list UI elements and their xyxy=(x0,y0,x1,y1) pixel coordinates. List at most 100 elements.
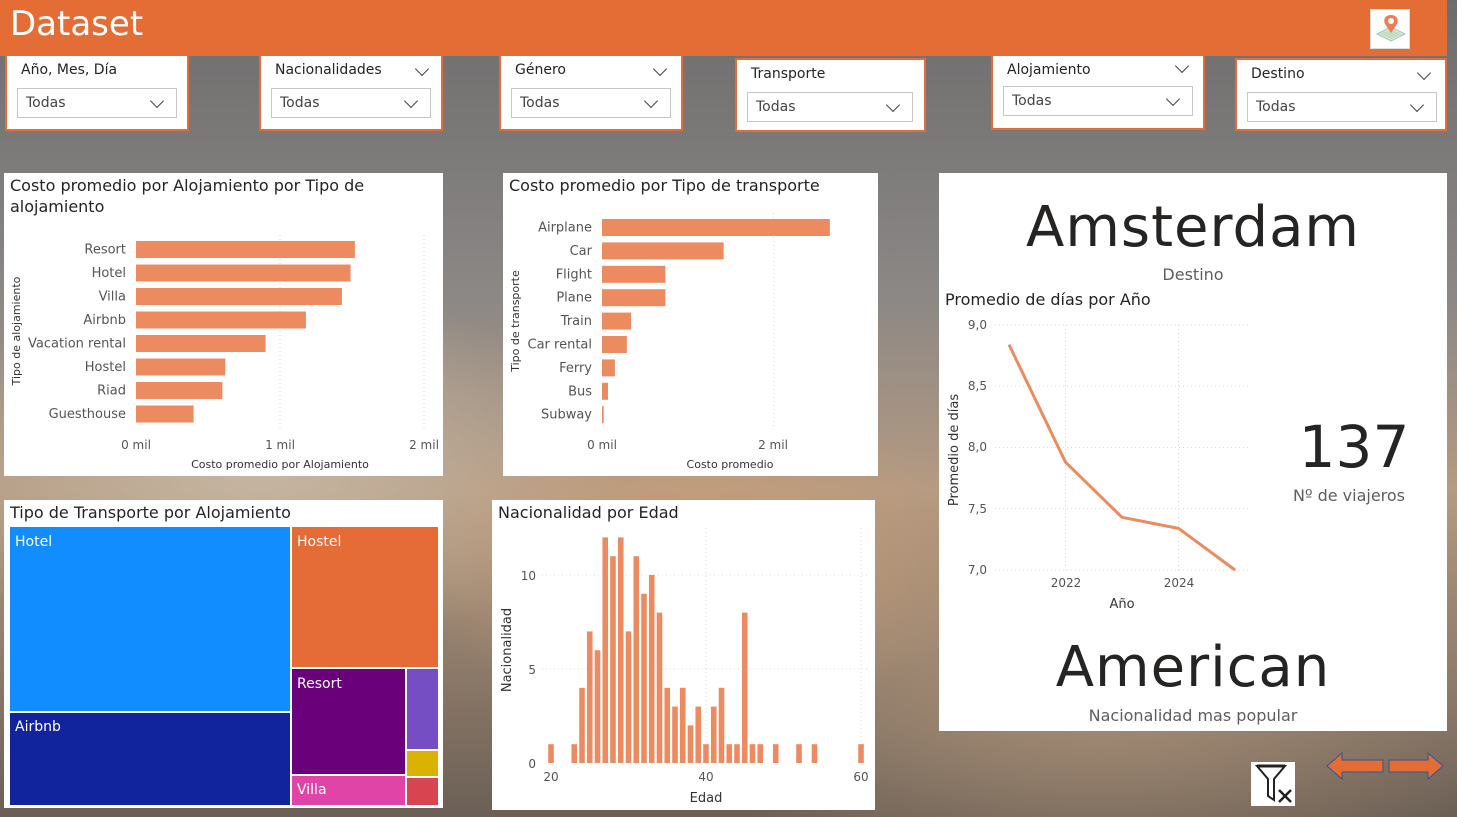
y-tick-label: 7,5 xyxy=(968,502,987,516)
treemap-tile-hotel[interactable]: Hotel xyxy=(10,527,290,711)
destination-label: Destino xyxy=(1162,265,1224,284)
transport-by-accommodation-treemap[interactable]: Tipo de Transporte por Alojamiento Hotel… xyxy=(4,500,443,808)
x-axis-title: Edad xyxy=(690,791,723,806)
bar xyxy=(136,405,194,423)
y-axis-title: Tipo de alojamiento xyxy=(10,276,23,386)
histogram-bar xyxy=(656,612,663,763)
histogram-bar xyxy=(610,556,616,763)
days-per-year-line-svg[interactable]: Promedio de días Año 9,0 8,5 8,0 7,5 7,0… xyxy=(939,303,1269,613)
slicer-destination-dropdown[interactable]: Todas xyxy=(1247,92,1437,122)
histogram-bar xyxy=(687,725,694,763)
x-axis-title: Costo promedio por Alojamiento xyxy=(191,458,369,471)
x-tick-label: 60 xyxy=(853,770,868,784)
chevron-down-icon xyxy=(1409,97,1425,113)
histogram-bar xyxy=(772,744,779,763)
treemap-tile-resort[interactable]: Resort xyxy=(292,669,405,774)
y-axis-title: Nacionalidad xyxy=(500,608,515,692)
slicer-date-label: Año, Mes, Día xyxy=(21,62,118,78)
next-page-button[interactable] xyxy=(1388,751,1444,781)
bar xyxy=(602,406,604,424)
histogram-bar xyxy=(695,706,702,763)
bar xyxy=(136,288,342,305)
y-tick-label: 8,5 xyxy=(968,379,987,393)
tile-label: Hostel xyxy=(297,534,342,550)
accommodation-bar-svg: Tipo de alojamiento Costo promedio por A… xyxy=(10,235,439,471)
histogram-bar xyxy=(664,687,671,763)
y-axis-title: Promedio de días xyxy=(947,394,962,506)
treemap-tile-airbnb[interactable]: Airbnb xyxy=(10,713,290,805)
category-label: Villa xyxy=(99,290,126,305)
transport-bar-svg: Tipo de transporte Costo promedio 0 mil … xyxy=(509,213,830,471)
tile-label: Airbnb xyxy=(15,719,61,735)
histogram-bar xyxy=(625,631,632,763)
x-tick-label: 2022 xyxy=(1051,576,1082,590)
slicer-nationality: Nacionalidades Todas xyxy=(259,56,443,131)
slicer-gender-dropdown[interactable]: Todas xyxy=(511,88,671,118)
slicer-date-dropdown[interactable]: Todas xyxy=(17,88,177,118)
slicer-accommodation-dropdown[interactable]: Todas xyxy=(1003,86,1193,116)
chevron-down-icon[interactable] xyxy=(1416,65,1432,81)
slicer-date-value: Todas xyxy=(26,95,66,111)
histogram-bar xyxy=(710,706,717,763)
slicer-transport-value: Todas xyxy=(756,99,796,115)
slicer-date: Año, Mes, Día Todas xyxy=(5,56,189,131)
slicer-destination-label: Destino xyxy=(1251,66,1305,82)
histogram-bar xyxy=(679,687,686,763)
treemap-tile-small[interactable] xyxy=(407,669,438,749)
histogram-bar xyxy=(726,744,733,763)
slicer-nationality-value: Todas xyxy=(280,95,320,111)
histogram-bar xyxy=(579,687,585,763)
category-label: Airbnb xyxy=(83,313,126,328)
category-label: Hotel xyxy=(92,266,126,281)
y-tick-label: 5 xyxy=(528,663,536,677)
histogram-bar xyxy=(703,744,709,763)
bar xyxy=(136,382,223,399)
x-tick-label: 1 mil xyxy=(265,438,295,452)
category-label: Hostel xyxy=(85,360,126,375)
chevron-down-icon[interactable] xyxy=(1174,58,1190,74)
chevron-down-icon[interactable] xyxy=(414,61,430,77)
chevron-down-icon xyxy=(403,93,419,109)
nationality-by-age-chart[interactable]: Nacionalidad por Edad Nacionalidad Edad … xyxy=(492,500,875,810)
chart-title: Tipo de Transporte por Alojamiento xyxy=(10,503,291,522)
histogram-bar xyxy=(811,744,818,763)
chevron-down-icon xyxy=(643,93,659,109)
x-axis-title: Año xyxy=(1109,597,1134,612)
treemap-tile-hostel[interactable]: Hostel xyxy=(292,527,438,667)
slicer-transport-label: Transporte xyxy=(751,66,826,82)
bar xyxy=(136,264,351,282)
accommodation-cost-chart[interactable]: Costo promedio por Alojamiento por Tipo … xyxy=(4,173,443,476)
slicer-nationality-dropdown[interactable]: Todas xyxy=(271,88,431,118)
tile-label: Villa xyxy=(297,782,327,798)
category-label: Vacation rental xyxy=(28,337,126,352)
traveler-count: 137 xyxy=(1298,413,1410,481)
category-label: Resort xyxy=(84,243,126,258)
x-tick-label: 2 mil xyxy=(758,438,788,452)
category-label: Plane xyxy=(556,291,592,306)
map-pin-icon[interactable] xyxy=(1370,9,1410,49)
clear-filters-button[interactable] xyxy=(1251,762,1295,806)
histogram-bar xyxy=(741,612,748,763)
series-line xyxy=(1007,343,1236,572)
histogram-bar xyxy=(757,744,764,763)
histogram-bar xyxy=(641,593,647,763)
x-tick-label: 0 mil xyxy=(587,438,617,452)
histogram-bar xyxy=(734,744,740,763)
destination-value: Amsterdam xyxy=(1026,195,1360,260)
treemap-tile-small[interactable] xyxy=(407,751,438,776)
histogram-bar xyxy=(672,706,678,763)
y-tick-label: 0 xyxy=(528,757,536,771)
category-label: Car xyxy=(570,244,593,259)
treemap-tile-villa[interactable]: Villa xyxy=(292,776,405,805)
page-title: Dataset xyxy=(10,4,144,44)
chevron-down-icon xyxy=(1165,91,1181,107)
x-tick-label: 2 mil xyxy=(409,438,439,452)
slicer-transport-dropdown[interactable]: Todas xyxy=(747,92,913,122)
transport-cost-chart[interactable]: Costo promedio por Tipo de transporte Ti… xyxy=(503,173,878,476)
treemap-tile-small[interactable] xyxy=(407,778,438,805)
bar xyxy=(602,265,666,283)
kpi-panel: Amsterdam Destino Promedio de días por A… xyxy=(939,173,1447,731)
slicer-gender: Género Todas xyxy=(499,56,683,131)
chevron-down-icon[interactable] xyxy=(652,61,668,77)
previous-page-button[interactable] xyxy=(1326,751,1384,781)
